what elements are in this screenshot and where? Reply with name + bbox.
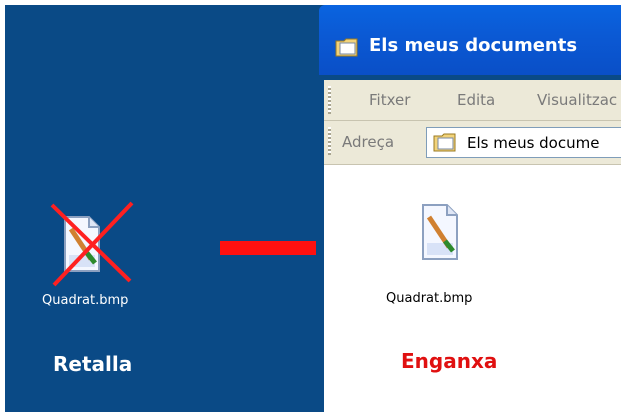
- address-grip[interactable]: [328, 127, 331, 155]
- menu-bar: Fitxer Edita Visualitzac: [324, 80, 621, 121]
- red-cross-icon: [40, 195, 140, 295]
- desktop-background: Quadrat.bmp Retalla Els meus documents F…: [5, 5, 621, 412]
- address-value: Els meus docume: [467, 134, 600, 152]
- menu-file[interactable]: Fitxer: [369, 91, 410, 109]
- paste-caption: Enganxa: [401, 349, 498, 373]
- window-title: Els meus documents: [369, 35, 578, 56]
- address-folder-icon: [433, 132, 457, 152]
- menu-edit[interactable]: Edita: [457, 91, 495, 109]
- cut-caption: Retalla: [53, 352, 133, 376]
- menu-view[interactable]: Visualitzac: [537, 91, 617, 109]
- explorer-window: Els meus documents Fitxer Edita Visualit…: [316, 5, 621, 412]
- address-bar: Adreça Els meus docume: [324, 121, 621, 165]
- folder-icon: [335, 37, 359, 57]
- title-bar[interactable]: Els meus documents: [319, 5, 621, 75]
- pasted-file-icon[interactable]: [417, 203, 461, 263]
- address-label: Adreça: [342, 133, 395, 151]
- bitmap-file-icon: [422, 204, 458, 260]
- desktop-file-label: Quadrat.bmp: [42, 293, 129, 308]
- address-field[interactable]: Els meus docume: [426, 127, 621, 158]
- menu-grip[interactable]: [328, 86, 331, 114]
- pasted-file-label: Quadrat.bmp: [386, 291, 473, 306]
- folder-content: Quadrat.bmp Enganxa: [324, 165, 621, 412]
